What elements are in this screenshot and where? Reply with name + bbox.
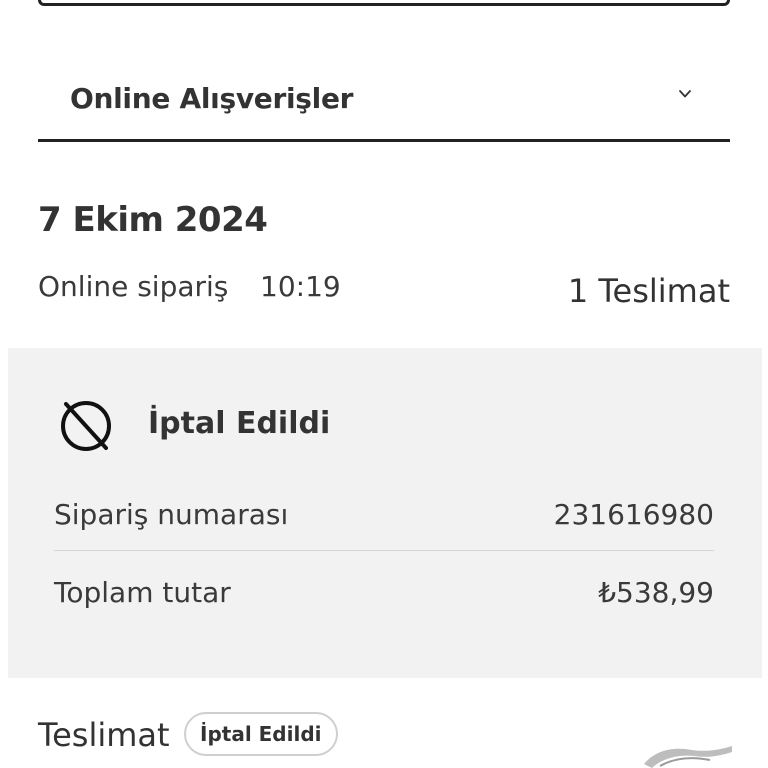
order-number-label: Sipariş numarası [54,498,289,531]
order-total-value: ₺538,99 [598,576,714,609]
order-type: Online sipariş [38,270,229,303]
delivery-count: 1 Teslimat [567,272,730,310]
delivery-section: Teslimat İptal Edildi [38,710,730,768]
order-meta-row: Online sipariş 10:19 1 Teslimat [38,268,730,312]
order-time: 10:19 [260,270,341,303]
delivery-status-badge: İptal Edildi [184,712,338,756]
order-card[interactable]: İptal Edildi Sipariş numarası 231616980 … [8,348,762,678]
order-number-row: Sipariş numarası 231616980 [54,490,714,551]
previous-card-edge [38,0,730,6]
order-total-row: Toplam tutar ₺538,99 [54,568,714,628]
order-date-heading: 7 Ekim 2024 [38,200,268,240]
purchases-filter-dropdown[interactable]: Online Alışverişler [38,62,730,142]
product-thumbnail [644,746,732,768]
order-status-title: İptal Edildi [148,406,331,441]
order-total-label: Toplam tutar [54,576,231,609]
chevron-down-icon [679,90,691,98]
order-number-value: 231616980 [553,498,714,531]
purchases-filter-label: Online Alışverişler [70,82,354,115]
delivery-label: Teslimat [38,716,170,754]
orders-page: Online Alışverişler 7 Ekim 2024 Online s… [0,0,768,768]
cancelled-icon [61,401,111,451]
